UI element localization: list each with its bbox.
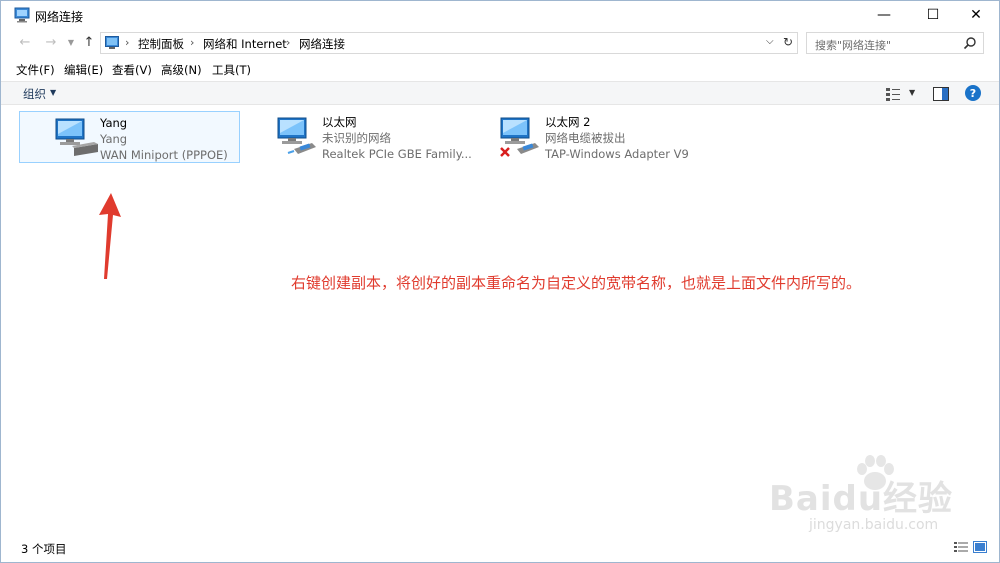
baidu-watermark: Baidu经验 jingyan.baidu.com (769, 455, 952, 541)
forward-arrow-icon[interactable]: → (43, 34, 59, 50)
ethernet-disconnected-icon (500, 117, 539, 157)
connection-status: Yang (100, 132, 128, 146)
control-panel-icon (105, 36, 119, 49)
menu-edit[interactable]: 编辑(E) (64, 62, 103, 78)
breadcrumb-separator-icon: › (190, 36, 195, 49)
recent-locations-chevron-icon[interactable]: ▼ (63, 34, 79, 50)
connection-status: 未识别的网络 (322, 131, 391, 145)
connection-status: 网络电缆被拔出 (545, 131, 626, 145)
connection-item-ethernet-2[interactable]: 以太网 2 网络电缆被拔出 TAP-Windows Adapter V9 (465, 111, 689, 163)
connection-device: Realtek PCIe GBE Family... (322, 147, 472, 161)
connection-item-text: 以太网 未识别的网络 Realtek PCIe GBE Family... (322, 114, 472, 162)
address-dropdown-chevron-icon[interactable]: ⌵ (766, 36, 774, 47)
large-icons-view-icon[interactable] (973, 541, 987, 553)
breadcrumb-separator-icon: › (286, 36, 291, 49)
maximize-button[interactable]: ☐ (910, 1, 956, 29)
change-view-icon[interactable] (885, 86, 901, 102)
annotation-arrow-icon (99, 193, 121, 279)
minimize-button[interactable]: — (861, 1, 907, 29)
breadcrumb-network-internet[interactable]: 网络和 Internet (203, 36, 287, 52)
title-bar: 网络连接 — ☐ ✕ (1, 1, 999, 29)
ethernet-connection-icon (277, 117, 316, 154)
connection-name: 以太网 (322, 115, 357, 129)
connection-item-text: 以太网 2 网络电缆被拔出 TAP-Windows Adapter V9 (545, 114, 689, 162)
organize-button[interactable]: 组织 (23, 86, 46, 102)
search-placeholder: 搜索"网络连接" (815, 39, 892, 52)
breadcrumb-control-panel[interactable]: 控制面板 (138, 36, 184, 52)
back-arrow-icon[interactable]: ← (17, 34, 33, 50)
search-input[interactable]: 搜索"网络连接" (806, 32, 984, 54)
menu-file[interactable]: 文件(F) (16, 62, 55, 78)
annotation-text: 右键创建副本，将创好的副本重命名为自定义的宽带名称，也就是上面文件内所写的。 (291, 274, 862, 292)
connection-item-yang[interactable]: Yang Yang WAN Miniport (PPPOE) (19, 111, 240, 163)
refresh-icon[interactable]: ↻ (783, 35, 793, 49)
organize-chevron-down-icon[interactable]: ▼ (50, 88, 56, 97)
connection-name: Yang (100, 116, 128, 130)
menu-tools[interactable]: 工具(T) (212, 62, 251, 78)
connection-device: WAN Miniport (PPPOE) (100, 148, 228, 162)
details-view-icon[interactable] (954, 541, 968, 553)
status-bar: 3 个项目 (1, 536, 999, 558)
menu-view[interactable]: 查看(V) (112, 62, 152, 78)
item-count: 3 个项目 (21, 542, 67, 556)
command-bar: 组织 ▼ ▼ ? (1, 81, 999, 105)
explorer-window: 网络连接 — ☐ ✕ ← → ▼ ↑ › 控制面板 › 网络和 Internet… (0, 0, 1000, 563)
connection-item-text: Yang Yang WAN Miniport (PPPOE) (100, 115, 228, 163)
search-icon[interactable] (963, 36, 977, 50)
preview-pane-icon[interactable] (933, 87, 949, 101)
menu-bar: 文件(F) 编辑(E) 查看(V) 高级(N) 工具(T) (1, 60, 999, 80)
connection-device: TAP-Windows Adapter V9 (545, 147, 689, 161)
help-icon[interactable]: ? (965, 85, 981, 101)
breadcrumb-network-connections[interactable]: 网络连接 (299, 36, 345, 52)
connection-item-ethernet[interactable]: 以太网 未识别的网络 Realtek PCIe GBE Family... (242, 111, 472, 163)
navigation-bar: ← → ▼ ↑ › 控制面板 › 网络和 Internet › 网络连接 ⌵ ↻… (1, 31, 999, 55)
network-connections-icon (14, 7, 30, 23)
connection-name: 以太网 2 (545, 115, 591, 129)
watermark-brand: Baidu经验 (769, 479, 954, 519)
watermark-url: jingyan.baidu.com (809, 517, 939, 533)
breadcrumb-separator-icon: › (125, 36, 130, 49)
dialup-connection-icon (55, 118, 98, 156)
menu-advanced[interactable]: 高级(N) (161, 62, 202, 78)
address-bar[interactable]: › 控制面板 › 网络和 Internet › 网络连接 ⌵ ↻ (100, 32, 798, 54)
close-button[interactable]: ✕ (953, 1, 999, 29)
view-options-chevron-down-icon[interactable]: ▼ (909, 88, 915, 97)
window-title: 网络连接 (35, 10, 84, 24)
up-arrow-icon[interactable]: ↑ (81, 34, 97, 50)
